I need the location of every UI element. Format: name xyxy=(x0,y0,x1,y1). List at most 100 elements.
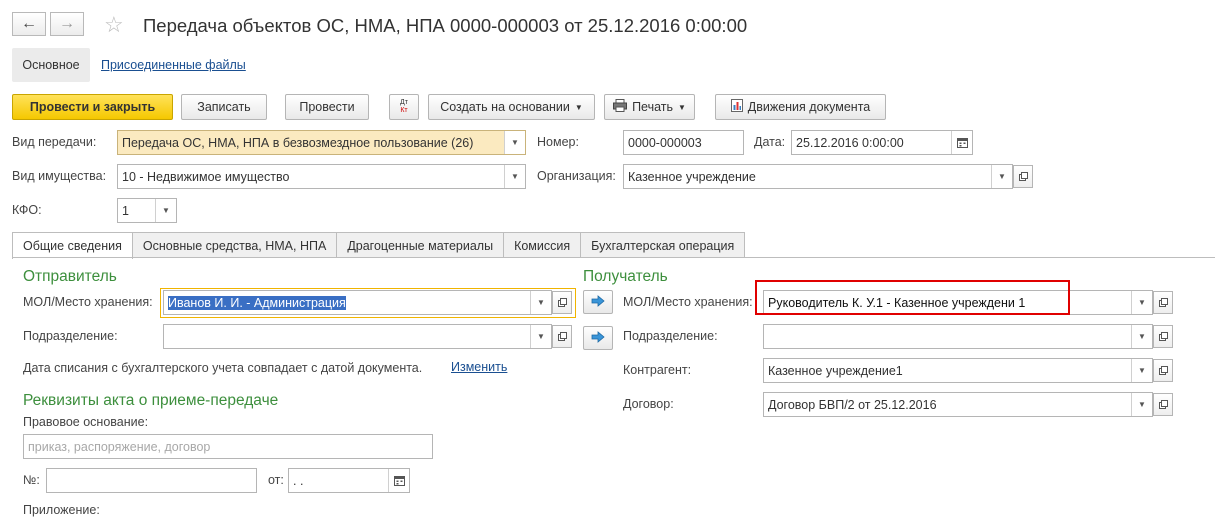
recipient-mol-label: МОЛ/Место хранения: xyxy=(623,295,753,309)
create-based-on-label: Создать на основании xyxy=(440,100,570,114)
arrow-right-icon xyxy=(591,294,605,310)
tab-precious-materials[interactable]: Драгоценные материалы xyxy=(336,232,505,258)
recipient-dept-field[interactable]: ▼ xyxy=(763,324,1153,349)
open-icon[interactable] xyxy=(552,325,572,348)
organization-field[interactable]: Казенное учреждение ▼ xyxy=(623,164,1013,189)
arrow-right-icon xyxy=(591,330,605,346)
print-label: Печать xyxy=(632,100,674,114)
back-button[interactable]: ← xyxy=(12,12,46,36)
star-icon[interactable]: ☆ xyxy=(104,12,124,38)
basis-label: Правовое основание: xyxy=(23,415,149,429)
kfo-label: КФО: xyxy=(12,203,42,217)
contract-value: Договор БВП/2 от 25.12.2016 xyxy=(768,397,937,412)
sender-dept-label: Подразделение: xyxy=(23,329,118,343)
change-link[interactable]: Изменить xyxy=(451,360,507,374)
contractor-value: Казенное учреждение1 xyxy=(768,363,903,378)
attachment-label: Приложение: xyxy=(23,503,100,517)
number-field[interactable]: 0000-000003 xyxy=(623,130,744,155)
dropdown-icon[interactable]: ▼ xyxy=(1131,291,1152,314)
recipient-title: Получатель xyxy=(583,268,668,285)
writeoff-note: Дата списания с бухгалтерского учета сов… xyxy=(23,361,423,375)
sender-dept-field[interactable]: ▼ xyxy=(163,324,552,349)
transfer-type-field[interactable]: Передача ОС, НМА, НПА в безвозмездное по… xyxy=(117,130,526,155)
post-and-close-button[interactable]: Провести и закрыть xyxy=(12,94,173,120)
act-number-input[interactable] xyxy=(46,468,257,493)
open-icon[interactable] xyxy=(1153,359,1173,382)
document-movements-label: Движения документа xyxy=(747,100,871,114)
sender-mol-value: Иванов И. И. - Администрация xyxy=(168,295,346,310)
page-title: Передача объектов ОС, НМА, НПА 0000-0000… xyxy=(143,15,748,36)
dropdown-icon[interactable]: ▼ xyxy=(530,325,551,348)
property-type-value: 10 - Недвижимое имущество xyxy=(122,169,290,184)
dropdown-icon[interactable]: ▼ xyxy=(991,165,1012,188)
tab-main[interactable]: Основное xyxy=(12,48,90,82)
printer-icon xyxy=(613,99,628,115)
basis-placeholder: приказ, распоряжение, договор xyxy=(28,439,211,454)
dropdown-icon[interactable]: ▼ xyxy=(155,199,176,222)
chevron-down-icon: ▼ xyxy=(574,102,583,112)
arrow-left-icon: ← xyxy=(21,15,37,32)
tab-general[interactable]: Общие сведения xyxy=(12,232,133,259)
recipient-dept-label: Подразделение: xyxy=(623,329,718,343)
dropdown-icon[interactable]: ▼ xyxy=(530,291,551,314)
transfer-type-value: Передача ОС, НМА, НПА в безвозмездное по… xyxy=(122,135,474,150)
kfo-field[interactable]: 1 ▼ xyxy=(117,198,177,223)
open-icon[interactable] xyxy=(1013,165,1033,188)
tab-commission[interactable]: Комиссия xyxy=(503,232,582,258)
open-icon[interactable] xyxy=(552,291,572,314)
save-button[interactable]: Записать xyxy=(181,94,267,120)
sender-mol-label: МОЛ/Место хранения: xyxy=(23,295,153,309)
organization-label: Организация: xyxy=(537,169,616,183)
print-button[interactable]: Печать ▼ xyxy=(604,94,695,120)
dropdown-icon[interactable]: ▼ xyxy=(1131,325,1152,348)
kfo-value: 1 xyxy=(122,203,129,218)
create-based-on-button[interactable]: Создать на основании ▼ xyxy=(428,94,595,120)
transfer-type-label: Вид передачи: xyxy=(12,135,97,149)
copy-dept-button[interactable] xyxy=(583,326,613,350)
property-type-label: Вид имущества: xyxy=(12,169,107,183)
attached-files-link[interactable]: Присоединенные файлы xyxy=(101,58,246,72)
basis-input[interactable]: приказ, распоряжение, договор xyxy=(23,434,433,459)
act-date-value: . . xyxy=(293,473,304,488)
post-button[interactable]: Провести xyxy=(285,94,369,120)
date-value: 25.12.2016 0:00:00 xyxy=(796,135,904,150)
number-value: 0000-000003 xyxy=(628,135,702,150)
contractor-label: Контрагент: xyxy=(623,363,692,377)
dropdown-icon[interactable]: ▼ xyxy=(504,131,525,154)
dropdown-icon[interactable]: ▼ xyxy=(1131,359,1152,382)
date-label: Дата: xyxy=(754,135,786,149)
organization-value: Казенное учреждение xyxy=(628,169,756,184)
tab-bar: Общие сведения Основные средства, НМА, Н… xyxy=(12,232,746,259)
act-date-field[interactable]: . . xyxy=(288,468,410,493)
open-icon[interactable] xyxy=(1153,291,1173,314)
contract-field[interactable]: Договор БВП/2 от 25.12.2016 ▼ xyxy=(763,392,1153,417)
forward-button[interactable]: → xyxy=(50,12,84,36)
dropdown-icon[interactable]: ▼ xyxy=(504,165,525,188)
tab-accounting-operation[interactable]: Бухгалтерская операция xyxy=(580,232,746,258)
copy-mol-button[interactable] xyxy=(583,290,613,314)
property-type-field[interactable]: 10 - Недвижимое имущество ▼ xyxy=(117,164,526,189)
arrow-right-icon: → xyxy=(59,15,75,32)
tab-fixed-assets[interactable]: Основные средства, НМА, НПА xyxy=(131,232,338,258)
dt-kt-button[interactable]: Дт Кт xyxy=(389,94,419,120)
tab-main-label: Основное xyxy=(22,58,80,72)
chevron-down-icon: ▼ xyxy=(678,102,686,112)
dropdown-icon[interactable]: ▼ xyxy=(1131,393,1152,416)
sender-mol-field[interactable]: Иванов И. И. - Администрация ▼ xyxy=(163,290,552,315)
dt-kt-icon: Дт Кт xyxy=(400,99,408,114)
open-icon[interactable] xyxy=(1153,325,1173,348)
open-icon[interactable] xyxy=(1153,393,1173,416)
act-title: Реквизиты акта о приеме-передаче xyxy=(23,392,279,409)
report-icon xyxy=(730,99,743,115)
sender-title: Отправитель xyxy=(23,268,117,285)
calendar-icon[interactable] xyxy=(388,469,409,492)
highlight-frame xyxy=(755,280,1070,315)
act-date-label: от: xyxy=(268,473,284,487)
document-movements-button[interactable]: Движения документа xyxy=(715,94,886,120)
calendar-icon[interactable] xyxy=(951,131,972,154)
tab-divider xyxy=(12,257,1215,258)
number-label: Номер: xyxy=(537,135,579,149)
date-field[interactable]: 25.12.2016 0:00:00 xyxy=(791,130,973,155)
act-number-label: №: xyxy=(23,473,40,487)
contractor-field[interactable]: Казенное учреждение1 ▼ xyxy=(763,358,1153,383)
